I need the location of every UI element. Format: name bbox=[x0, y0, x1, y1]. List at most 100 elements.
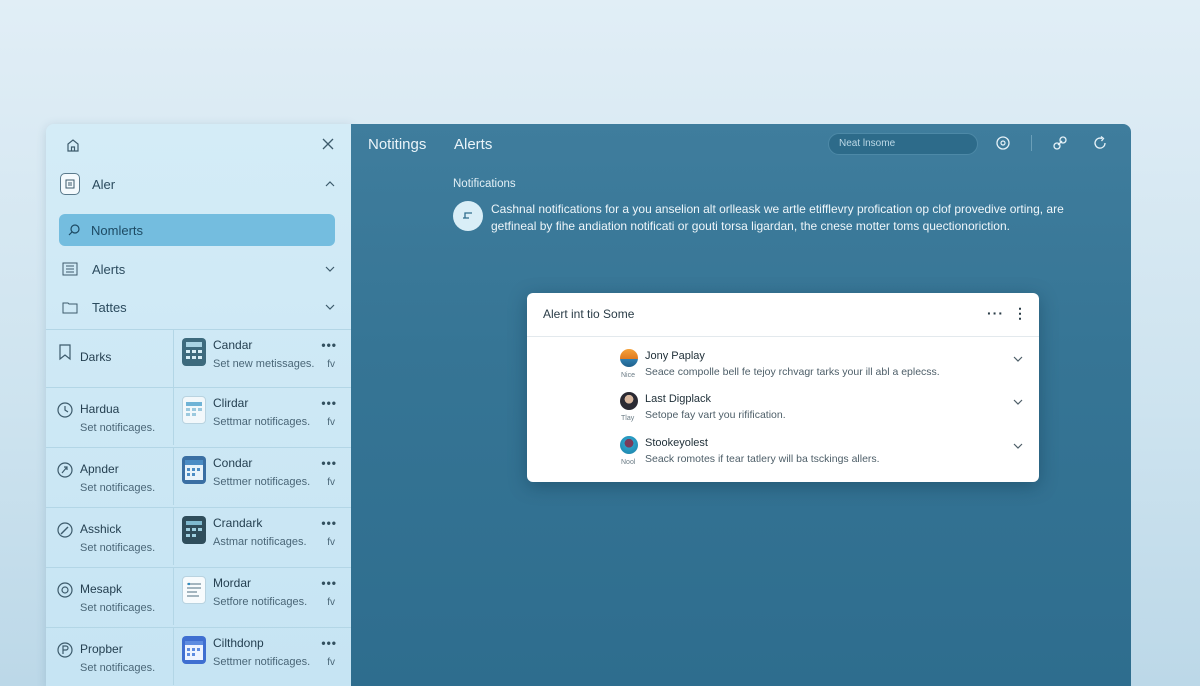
kebab-menu-icon[interactable]: ⋮ bbox=[1013, 305, 1027, 322]
alert-item[interactable]: Nool Stookeyolest Seack romotes if tear … bbox=[527, 432, 1039, 476]
alert-item-tag: Nice bbox=[621, 372, 636, 379]
tab-notitings[interactable]: Notitings bbox=[368, 136, 426, 153]
grid-item-apnder[interactable]: Apnder Set notificages. bbox=[46, 447, 174, 505]
alert-item-name: Stookeyolest bbox=[645, 437, 708, 449]
avatar bbox=[620, 392, 638, 410]
chevron-up-icon[interactable] bbox=[324, 178, 336, 190]
grid-item-clirdar[interactable]: Clirdar Settmar notificages. ••• fv bbox=[174, 387, 351, 445]
grid-item-mordar[interactable]: Mordar Setfore notificages. ••• fv bbox=[174, 567, 351, 625]
calendar-app-icon bbox=[182, 396, 206, 424]
grid-item-propber[interactable]: Propber Set notificages. bbox=[46, 627, 174, 685]
grid-item-subtitle: Settmer notificages. bbox=[213, 656, 311, 668]
link-icon[interactable] bbox=[1051, 134, 1069, 152]
alert-item-description: Setope fay vart you rifification. bbox=[645, 409, 786, 421]
grid-item-tag: fv bbox=[327, 477, 335, 488]
document-app-icon bbox=[182, 576, 206, 604]
chevron-down-icon[interactable] bbox=[324, 263, 336, 275]
grid-item-tag: fv bbox=[327, 417, 335, 428]
app-window: Aler Nomlerts Alerts Tattes Darks Candar… bbox=[0, 0, 1200, 686]
grid-item-title: Darks bbox=[80, 350, 112, 364]
more-options-icon[interactable]: ••• bbox=[321, 338, 337, 352]
grid-item-title: Mordar bbox=[213, 576, 252, 590]
tab-alerts[interactable]: Alerts bbox=[454, 136, 492, 153]
grid-item-subtitle: Set notificages. bbox=[80, 602, 156, 614]
more-options-icon[interactable]: ••• bbox=[321, 516, 337, 530]
main-panel: Notitings Alerts Neat lnsome Notificatio… bbox=[351, 124, 1131, 686]
grid-item-title: Crandark bbox=[213, 516, 263, 530]
grid-item-hardua[interactable]: Hardua Set notificages. bbox=[46, 387, 174, 445]
sidebar-item-label: Alerts bbox=[92, 261, 126, 277]
grid-item-condar[interactable]: Condar Settmer notificages. ••• fv bbox=[174, 447, 351, 505]
grid-item-subtitle: Set notificages. bbox=[80, 542, 156, 554]
settings-icon[interactable] bbox=[994, 134, 1012, 152]
avatar bbox=[620, 436, 638, 454]
avatar bbox=[620, 349, 638, 367]
notifications-description: Cashnal notifications for a you anselion… bbox=[491, 202, 1064, 233]
chevron-down-icon[interactable] bbox=[1013, 441, 1023, 451]
refresh-icon[interactable] bbox=[1091, 134, 1109, 152]
toolbar-divider bbox=[1031, 135, 1032, 151]
grid-item-asshick[interactable]: Asshick Set notificages. bbox=[46, 507, 174, 565]
more-options-icon[interactable]: ••• bbox=[321, 636, 337, 650]
grid-item-candar[interactable]: Candar Set new metissages. ••• fv bbox=[174, 329, 351, 387]
calendar-grid-icon bbox=[182, 456, 206, 484]
alert-item-tag: Tlay bbox=[621, 415, 635, 422]
calculator-app-icon bbox=[182, 338, 206, 366]
list-icon bbox=[60, 259, 80, 279]
alert-item[interactable]: Tlay Last Digplack Setope fay vart you r… bbox=[527, 388, 1039, 432]
account-selector[interactable]: Aler bbox=[60, 168, 336, 200]
grid-item-title: Candar bbox=[213, 338, 253, 352]
grid-item-subtitle: Set notificages. bbox=[80, 422, 156, 434]
sidebar: Aler Nomlerts Alerts Tattes Darks Candar… bbox=[46, 124, 351, 686]
grid-item-subtitle: Setfore notificages. bbox=[213, 596, 308, 608]
grid-item-title: Asshick bbox=[80, 522, 122, 536]
grid-item-title: Condar bbox=[213, 456, 253, 470]
pen-circle-icon bbox=[57, 522, 73, 538]
more-options-icon[interactable]: ••• bbox=[321, 456, 337, 470]
grid-item-tag: fv bbox=[327, 657, 335, 668]
sidebar-search-input[interactable]: Nomlerts bbox=[59, 214, 335, 246]
grid-item-subtitle: Astmar notificages. bbox=[213, 536, 307, 548]
search-input[interactable]: Neat lnsome bbox=[828, 133, 978, 155]
chevron-down-icon[interactable] bbox=[1013, 354, 1023, 364]
sidebar-search-label: Nomlerts bbox=[91, 222, 144, 238]
more-options-icon[interactable]: ••• bbox=[321, 396, 337, 410]
more-options-icon[interactable]: ··· bbox=[987, 305, 1004, 321]
grid-item-subtitle: Set notificages. bbox=[80, 662, 156, 674]
alert-item-tag: Nool bbox=[621, 459, 636, 466]
home-icon[interactable] bbox=[66, 138, 80, 152]
alert-item[interactable]: Nice Jony Paplay Seace compolle bell fe … bbox=[527, 345, 1039, 389]
grid-item-crandark[interactable]: Crandark Astmar notificages. ••• fv bbox=[174, 507, 351, 565]
alert-item-name: Jony Paplay bbox=[645, 350, 705, 362]
notifications-heading: Notifications bbox=[453, 178, 516, 190]
grid-item-title: Propber bbox=[80, 642, 123, 656]
grid-item-title: Hardua bbox=[80, 402, 120, 416]
more-options-icon[interactable]: ••• bbox=[321, 576, 337, 590]
bookmark-icon bbox=[59, 344, 71, 361]
grid-item-mesapk[interactable]: Mesapk Set notificages. bbox=[46, 567, 174, 625]
clock-icon bbox=[57, 402, 73, 418]
account-label: Aler bbox=[92, 176, 116, 192]
sidebar-header bbox=[46, 124, 351, 164]
alert-box-icon bbox=[60, 173, 80, 195]
search-icon bbox=[68, 224, 80, 236]
grid-item-title: Cilthdonp bbox=[213, 636, 264, 650]
close-icon[interactable] bbox=[320, 136, 336, 152]
sidebar-item-tattes[interactable]: Tattes bbox=[60, 291, 336, 323]
chevron-down-icon[interactable] bbox=[324, 301, 336, 313]
sidebar-item-label: Tattes bbox=[92, 299, 127, 315]
alert-item-description: Seack romotes if tear tatlery will ba ts… bbox=[645, 453, 880, 465]
chevron-down-icon[interactable] bbox=[1013, 397, 1023, 407]
grid-item-subtitle: Set new metissages. bbox=[213, 358, 315, 370]
grid-item-tag: fv bbox=[327, 597, 335, 608]
notification-icon bbox=[453, 201, 483, 231]
grid-item-cilthdonp[interactable]: Cilthdonp Settmer notificages. ••• fv bbox=[174, 627, 351, 685]
sidebar-item-alerts[interactable]: Alerts bbox=[60, 253, 336, 285]
blue-calendar-icon bbox=[182, 636, 206, 664]
target-circle-icon bbox=[57, 582, 73, 598]
grid-item-darks[interactable]: Darks bbox=[46, 329, 174, 387]
alert-card-header: Alert int tio Some ··· ⋮ bbox=[527, 293, 1039, 337]
p-circle-icon bbox=[57, 642, 73, 658]
grid-item-tag: fv bbox=[327, 359, 335, 370]
grid-item-subtitle: Settmer notificages. bbox=[213, 476, 311, 488]
